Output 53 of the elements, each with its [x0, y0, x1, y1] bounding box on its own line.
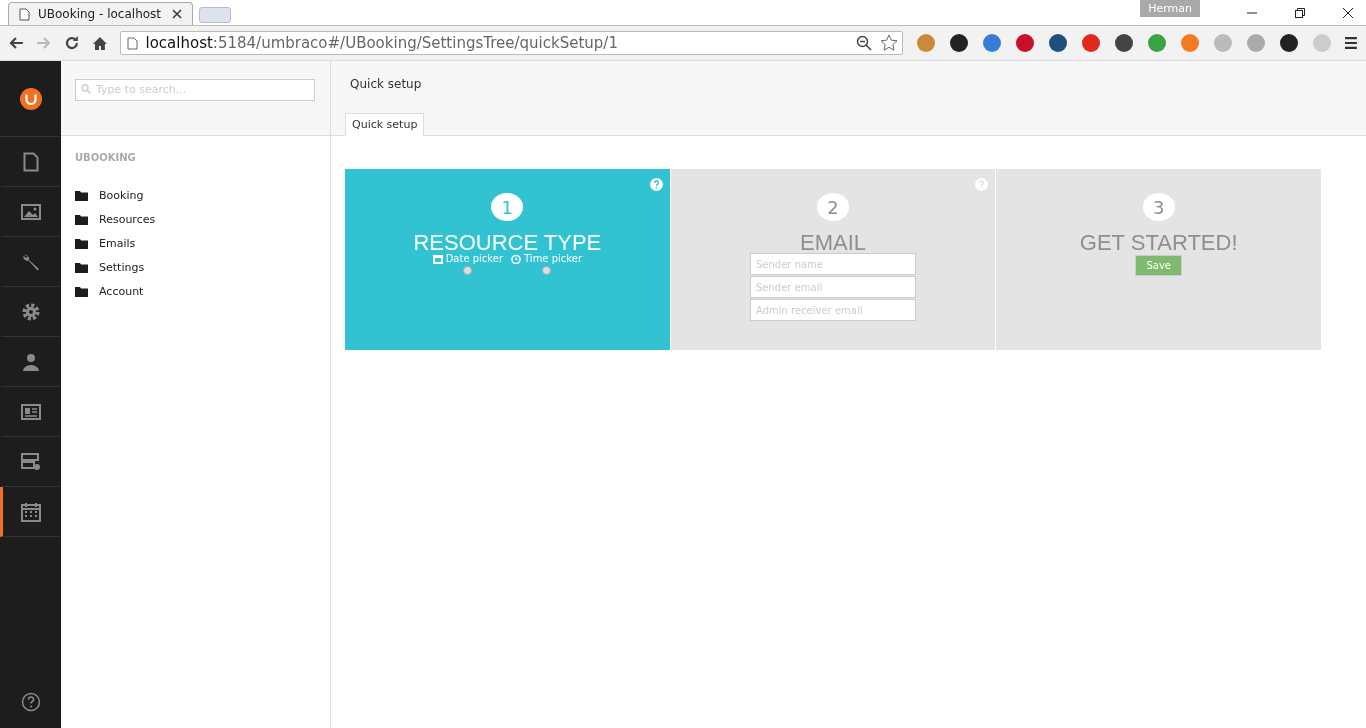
step-number: 2	[817, 193, 849, 221]
folder-icon	[75, 261, 88, 273]
close-icon[interactable]	[1342, 6, 1354, 19]
extension-icon[interactable]	[1113, 33, 1134, 53]
extension-icon[interactable]	[948, 33, 969, 53]
calendar-icon	[432, 253, 443, 264]
user-icon	[21, 352, 40, 371]
extension-icon[interactable]	[1278, 33, 1299, 53]
home-icon[interactable]	[91, 35, 108, 51]
step-number: 1	[491, 193, 524, 221]
folder-icon	[75, 189, 88, 201]
tree-item[interactable]: Resources	[99, 212, 156, 226]
step-title: EMAIL	[800, 231, 866, 255]
extension-icon[interactable]	[1047, 33, 1068, 53]
tree-item[interactable]: Emails	[99, 236, 136, 250]
tree-item[interactable]: Settings	[99, 260, 145, 274]
id-card-icon	[20, 403, 41, 420]
clock-icon	[511, 253, 522, 264]
browser-tab[interactable]: UBooking - localhost	[8, 2, 193, 25]
folder-icon	[75, 213, 88, 225]
close-icon[interactable]	[172, 9, 182, 19]
help-icon[interactable]	[20, 692, 41, 712]
tab[interactable]: Quick setup	[345, 113, 425, 136]
editor-title: Quick setup	[349, 77, 423, 91]
page-icon	[19, 7, 30, 21]
folder-icon	[75, 285, 88, 297]
back-icon[interactable]	[8, 36, 24, 50]
step-title: RESOURCE TYPE	[413, 231, 602, 255]
image-icon	[20, 203, 41, 220]
menu-icon[interactable]	[1344, 36, 1359, 50]
step-title: GET STARTED!	[1079, 231, 1238, 255]
step-number: 3	[1142, 193, 1175, 221]
document-icon	[22, 151, 39, 172]
gear-icon	[20, 301, 41, 322]
search-icon	[81, 84, 91, 94]
logo-icon[interactable]	[18, 86, 43, 111]
form-icon	[20, 451, 41, 472]
option-label: Time picker	[524, 253, 583, 264]
star-icon[interactable]	[880, 34, 899, 52]
radio-button[interactable]	[463, 266, 473, 275]
section-item[interactable]	[0, 487, 61, 537]
tree-item[interactable]: Booking	[99, 188, 144, 202]
calendar-icon	[20, 501, 41, 522]
zoom-out-icon[interactable]	[856, 35, 873, 51]
page-icon	[126, 36, 138, 50]
restore-icon[interactable]	[1294, 6, 1306, 19]
reload-icon[interactable]	[63, 35, 80, 51]
tree-title: UBOOKING	[75, 152, 137, 163]
radio-button[interactable]	[542, 266, 552, 275]
address-bar[interactable]: localhost:5184/umbraco#/UBooking/SettingsTree/quickSetup/1	[119, 31, 904, 55]
folder-icon	[75, 237, 88, 249]
option-label: Date picker	[445, 253, 504, 264]
tree-item[interactable]: Account	[99, 284, 144, 298]
